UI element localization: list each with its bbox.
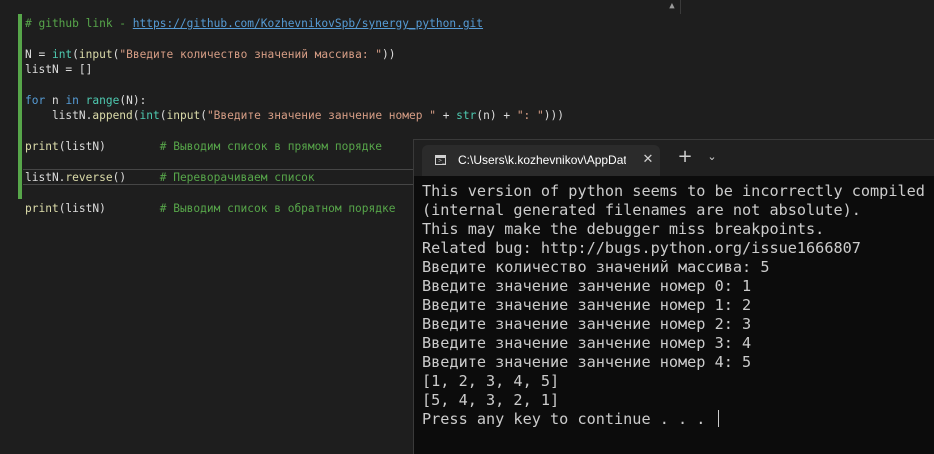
terminal-output-text: Введите значение занчение номер 2: 3 [422, 315, 752, 333]
code-token: in [65, 94, 79, 107]
change-indicator-green [18, 14, 22, 199]
code-line[interactable]: listN = [] [25, 62, 92, 78]
code-token: reverse [65, 171, 113, 184]
code-token: (N): [119, 94, 147, 107]
code-token: for [25, 94, 46, 107]
terminal-output-text: Введите количество значений массива: 5 [422, 258, 770, 276]
code-token: (listN) [58, 201, 160, 215]
terminal-output-text: This may make the debugger miss breakpoi… [422, 220, 825, 238]
terminal-output-line: Введите значение занчение номер 0: 1 [422, 277, 927, 296]
new-tab-icon[interactable]: + [676, 148, 694, 166]
terminal-output-text: Related bug: http://bugs.python.org/issu… [422, 239, 861, 257]
terminal-output-text: This version of python seems to be incor… [422, 182, 925, 200]
terminal-output-line: Введите значение занчение номер 2: 3 [422, 315, 927, 334]
close-tab-icon[interactable]: ✕ [640, 152, 656, 168]
change-indicator-gutter [18, 14, 22, 212]
code-token: # Выводим список в обратном порядке [159, 201, 396, 215]
editor-divider [680, 0, 681, 14]
code-line[interactable]: print(listN) # Выводим список в прямом п… [25, 139, 382, 155]
code-token: N = [25, 47, 52, 61]
code-token: ))) [543, 109, 564, 123]
terminal-output-line: (internal generated filenames are not ab… [422, 201, 927, 220]
code-token: n [45, 94, 66, 107]
code-token: listN. [25, 109, 93, 123]
code-token: # Выводим список в прямом порядке [159, 140, 383, 154]
terminal-tab[interactable]: >_ C:\Users\k.kozhevnikov\AppData\Local\… [422, 145, 660, 176]
code-token: ( [200, 109, 207, 123]
code-token: ( [159, 109, 167, 123]
code-line[interactable]: listN.append(int(input("Введите значение… [25, 108, 564, 124]
code-token: int [139, 109, 160, 123]
text-cursor [717, 410, 719, 427]
code-token: input [78, 47, 113, 61]
code-token: range [85, 94, 120, 107]
terminal-icon: >_ [435, 155, 446, 165]
code-line[interactable]: # github link - https://github.com/Kozhe… [25, 16, 483, 32]
terminal-output[interactable]: This version of python seems to be incor… [422, 182, 927, 452]
terminal-window[interactable]: >_ C:\Users\k.kozhevnikov\AppData\Local\… [413, 139, 934, 454]
chevron-down-icon[interactable]: ⌄ [704, 148, 720, 166]
code-token: ( [72, 47, 79, 61]
terminal-output-line: This version of python seems to be incor… [422, 182, 927, 201]
editor-top-strip [0, 0, 934, 14]
code-token: # Переворачиваем список [159, 171, 315, 184]
code-token: ": " [516, 109, 544, 123]
terminal-output-text: Введите значение занчение номер 3: 4 [422, 334, 752, 352]
terminal-output-line: Введите количество значений массива: 5 [422, 258, 927, 277]
terminal-output-line: Press any key to continue . . . [422, 410, 927, 429]
terminal-output-text: [1, 2, 3, 4, 5] [422, 372, 560, 390]
terminal-output-text: (internal generated filenames are not ab… [422, 201, 861, 219]
code-line[interactable]: listN.reverse() # Переворачиваем список [25, 170, 315, 186]
terminal-output-line: Введите значение занчение номер 3: 4 [422, 334, 927, 353]
terminal-output-line: [1, 2, 3, 4, 5] [422, 372, 927, 391]
code-token: (listN) [58, 140, 160, 154]
code-token: ( [132, 109, 140, 123]
code-token: listN. [25, 171, 66, 184]
code-token: (n) + [476, 109, 517, 123]
code-token: append [92, 109, 133, 123]
code-token: listN = [] [25, 63, 93, 77]
terminal-output-text: Press any key to continue . . . [422, 410, 715, 428]
code-line[interactable]: for n in range(N): [25, 93, 146, 109]
code-token: "Введите количество значений массива: " [119, 47, 383, 61]
code-line[interactable]: N = int(input("Введите количество значен… [25, 47, 396, 63]
code-line[interactable]: print(listN) # Выводим список в обратном… [25, 201, 395, 217]
code-token: print [25, 201, 59, 215]
terminal-output-text: [5, 4, 3, 2, 1] [422, 391, 560, 409]
terminal-output-line: Related bug: http://bugs.python.org/issu… [422, 239, 927, 258]
code-token: input [166, 109, 201, 123]
code-token: )) [382, 47, 396, 61]
terminal-output-text: Введите значение занчение номер 0: 1 [422, 277, 752, 295]
code-token: # github link - [25, 17, 133, 30]
terminal-output-line: Введите значение занчение номер 1: 2 [422, 296, 927, 315]
terminal-tab-bar: >_ C:\Users\k.kozhevnikov\AppData\Local\… [414, 140, 934, 176]
terminal-output-text: Введите значение занчение номер 4: 5 [422, 353, 752, 371]
code-token: + [435, 109, 457, 123]
terminal-output-line: This may make the debugger miss breakpoi… [422, 220, 927, 239]
github-link[interactable]: https://github.com/KozhevnikovSpb/synerg… [133, 17, 483, 30]
scroll-up-arrow-icon[interactable]: ▲ [666, 0, 678, 12]
terminal-output-line: [5, 4, 3, 2, 1] [422, 391, 927, 410]
code-token: "Введите значение занчение номер " [206, 109, 436, 123]
code-token: int [51, 47, 73, 61]
terminal-tab-title: C:\Users\k.kozhevnikov\AppData\Local\Pro… [458, 153, 626, 167]
code-token: () [112, 171, 160, 184]
terminal-output-text: Введите значение занчение номер 1: 2 [422, 296, 752, 314]
code-token: str [456, 109, 477, 123]
code-token: print [25, 140, 59, 154]
terminal-output-line: Введите значение занчение номер 4: 5 [422, 353, 927, 372]
